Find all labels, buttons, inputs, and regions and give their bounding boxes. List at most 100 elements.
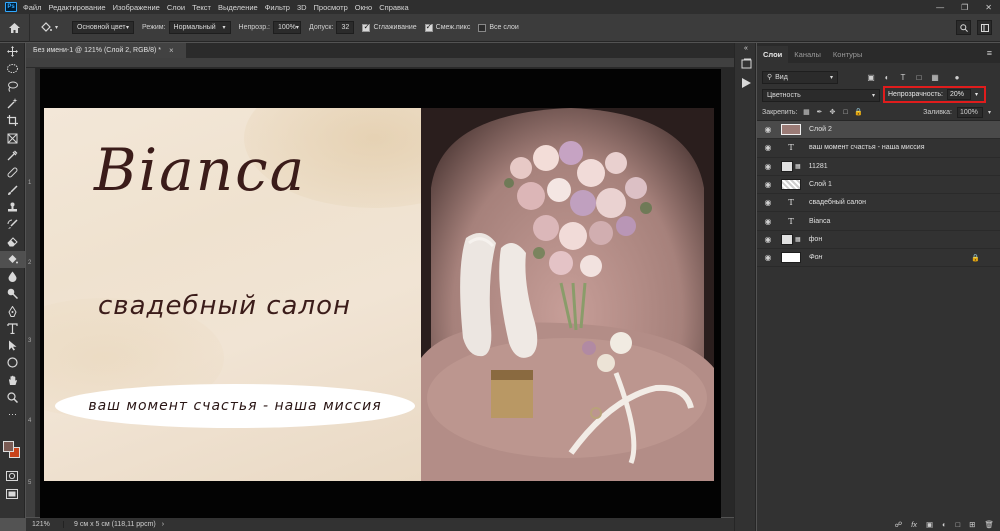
layer-row[interactable]: ◉ ▦ 11281 <box>757 158 1000 176</box>
layer-row[interactable]: ◉ T свадебный салон <box>757 194 1000 213</box>
eye-icon[interactable]: ◉ <box>757 143 779 152</box>
tab-channels[interactable]: Каналы <box>788 46 827 63</box>
lock-transparent-icon[interactable]: ▦ <box>802 108 810 116</box>
antialias-checkbox[interactable]: Сглаживание <box>362 22 417 32</box>
layer-row[interactable]: ◉ Слой 1 <box>757 176 1000 195</box>
foreground-color-swatch[interactable] <box>3 441 14 452</box>
tool-more[interactable]: ⋯ <box>0 406 25 423</box>
filter-type-icon[interactable]: T <box>898 72 908 82</box>
opacity-input[interactable]: 100% ▾ <box>273 21 301 34</box>
tool-preset-picker[interactable]: ▾ <box>40 22 58 33</box>
link-layers-icon[interactable]: ☍ <box>895 520 903 529</box>
close-icon[interactable]: ✕ <box>985 3 992 12</box>
chevron-right-icon[interactable]: › <box>162 521 164 528</box>
layer-row[interactable]: ◉ T Bianca <box>757 212 1000 231</box>
tool-hand[interactable] <box>0 372 25 389</box>
minimize-icon[interactable]: — <box>936 3 944 12</box>
tool-stamp[interactable] <box>0 199 25 216</box>
screen-mode-button[interactable] <box>6 489 18 501</box>
history-panel-button[interactable] <box>735 53 757 73</box>
layer-row[interactable]: ◉ Слой 2 <box>757 121 1000 140</box>
menu-view[interactable]: Просмотр <box>314 3 348 12</box>
tool-crop[interactable] <box>0 112 25 129</box>
new-group-icon[interactable]: □ <box>956 520 961 529</box>
contiguous-checkbox[interactable]: Смеж.пикс <box>424 22 470 32</box>
tool-frame[interactable] <box>0 129 25 146</box>
tool-brush[interactable] <box>0 181 25 198</box>
layer-row[interactable]: ◉ ▦ фон <box>757 231 1000 250</box>
eye-icon[interactable]: ◉ <box>757 217 779 226</box>
tool-path-select[interactable] <box>0 337 25 354</box>
menu-layers[interactable]: Слои <box>167 3 185 12</box>
layer-opacity-control[interactable]: Непрозрачность: 20% ▾ <box>883 86 986 103</box>
tool-move[interactable] <box>0 43 25 60</box>
document-dimensions[interactable]: 9 см x 5 см (118,11 ppcm) <box>64 521 156 528</box>
menu-edit[interactable]: Редактирование <box>48 3 105 12</box>
tool-type[interactable] <box>0 320 25 337</box>
layer-opacity-input[interactable]: 20% <box>947 89 971 100</box>
layer-style-icon[interactable]: fx <box>911 520 917 529</box>
search-button[interactable] <box>956 20 971 35</box>
eye-icon[interactable]: ◉ <box>757 235 779 244</box>
tool-dodge[interactable] <box>0 285 25 302</box>
eye-icon[interactable]: ◉ <box>757 162 779 171</box>
home-button[interactable] <box>0 13 30 42</box>
new-layer-icon[interactable]: ⊞ <box>969 520 975 529</box>
eye-icon[interactable]: ◉ <box>757 198 779 207</box>
tool-paint-bucket[interactable] <box>0 250 25 268</box>
workspace-button[interactable] <box>977 20 992 35</box>
lock-all-icon[interactable]: 🔒 <box>854 108 863 116</box>
fill-input[interactable]: 100% <box>956 106 983 118</box>
menu-type[interactable]: Текст <box>192 3 211 12</box>
tool-eyedropper[interactable] <box>0 147 25 164</box>
menu-3d[interactable]: 3D <box>297 3 307 12</box>
layer-filter-select[interactable]: ⚲ Вид ▾ <box>762 70 838 84</box>
lock-artboard-icon[interactable]: □ <box>841 108 849 116</box>
filter-pixel-icon[interactable]: ▣ <box>866 72 876 82</box>
tool-shape[interactable] <box>0 354 25 371</box>
layer-row[interactable]: ◉ T ваш момент счастья - наша миссия <box>757 139 1000 158</box>
trash-icon[interactable]: 🗑 <box>984 520 994 529</box>
photoshop-logo[interactable]: Ps <box>5 2 17 12</box>
restore-icon[interactable]: ❐ <box>961 3 968 12</box>
panel-menu-icon[interactable]: ≡ <box>987 48 992 58</box>
filter-toggle-icon[interactable]: ● <box>952 72 962 82</box>
eye-icon[interactable]: ◉ <box>757 125 779 134</box>
tool-object-select[interactable] <box>0 95 25 112</box>
tool-marquee[interactable] <box>0 60 25 77</box>
menu-help[interactable]: Справка <box>379 3 408 12</box>
tolerance-input[interactable]: 32 <box>336 21 355 34</box>
filter-adjustment-icon[interactable]: ◐ <box>882 72 892 82</box>
lock-position-icon[interactable]: ✥ <box>828 108 836 116</box>
all-layers-checkbox[interactable]: Все слои <box>478 23 519 32</box>
quick-mask-button[interactable] <box>6 471 18 483</box>
fill-source-select[interactable]: Основной цвет ▾ <box>72 21 135 34</box>
blend-mode-select[interactable]: Цветность ▾ <box>762 88 880 102</box>
tool-lasso[interactable] <box>0 78 25 95</box>
filter-smart-object-icon[interactable]: ▦ <box>930 72 940 82</box>
close-tab-icon[interactable]: × <box>169 46 174 55</box>
tab-paths[interactable]: Контуры <box>827 46 868 63</box>
lock-paint-icon[interactable]: ✒ <box>815 108 823 116</box>
eye-icon[interactable]: ◉ <box>757 180 779 189</box>
tool-blur[interactable] <box>0 268 25 285</box>
tool-pen[interactable] <box>0 302 25 319</box>
menu-file[interactable]: Файл <box>23 3 41 12</box>
tool-eraser[interactable] <box>0 233 25 250</box>
add-mask-icon[interactable]: ▣ <box>926 520 933 529</box>
tool-healing[interactable] <box>0 164 25 181</box>
menu-window[interactable]: Окно <box>355 3 372 12</box>
mode-select[interactable]: Нормальный ▾ <box>168 21 231 34</box>
actions-panel-button[interactable] <box>735 73 757 93</box>
menu-image[interactable]: Изображение <box>113 3 160 12</box>
filter-shape-icon[interactable]: □ <box>914 72 924 82</box>
menu-select[interactable]: Выделение <box>218 3 258 12</box>
adjustment-layer-icon[interactable]: ◐ <box>942 520 947 529</box>
collapse-panels-button[interactable]: « <box>735 43 757 53</box>
eye-icon[interactable]: ◉ <box>757 253 779 262</box>
tab-layers[interactable]: Слои <box>757 46 789 63</box>
layer-row[interactable]: ◉ Фон 🔒 <box>757 249 1000 268</box>
document-tab[interactable]: Без имени-1 @ 121% (Слой 2, RGB/8) * × <box>26 43 186 58</box>
tool-history-brush[interactable] <box>0 216 25 233</box>
zoom-level[interactable]: 121% <box>26 521 64 528</box>
